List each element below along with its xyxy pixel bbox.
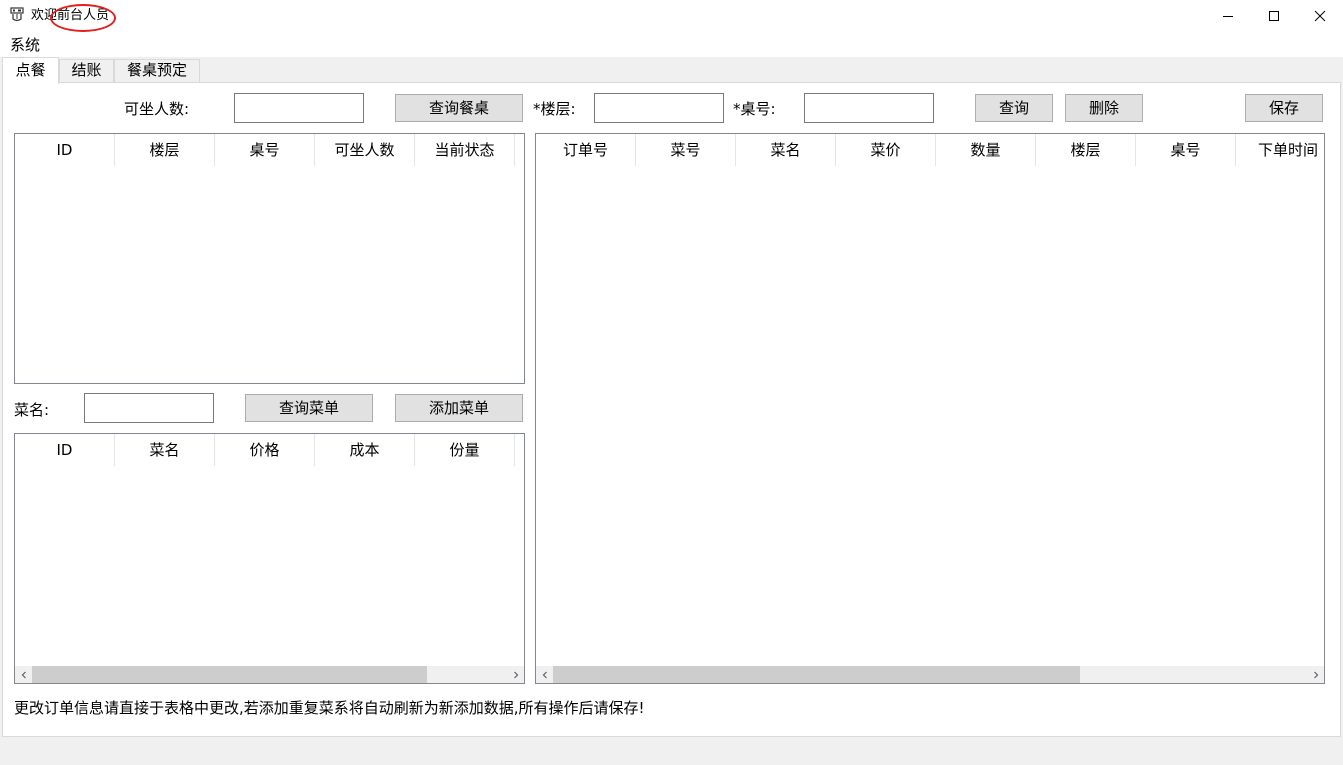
menu-grid-hscrollbar[interactable] <box>15 666 524 683</box>
menu-grid-header: ID 菜名 价格 成本 份量 <box>15 434 515 466</box>
scroll-thumb[interactable] <box>32 666 427 683</box>
title-bar <box>0 0 1343 32</box>
column-header[interactable]: 可坐人数 <box>315 134 415 166</box>
maximize-icon <box>1269 10 1279 21</box>
column-header[interactable]: 订单号 <box>536 134 636 166</box>
menu-grid[interactable]: ID 菜名 价格 成本 份量 <box>14 433 525 684</box>
tables-grid-header: ID 楼层 桌号 可坐人数 当前状态 <box>15 134 515 166</box>
column-header[interactable]: 价格 <box>215 434 315 466</box>
orders-grid-hscrollbar[interactable] <box>536 666 1324 683</box>
app-icon <box>10 7 24 23</box>
chevron-left-icon <box>542 671 547 678</box>
floor-label: *楼层: <box>533 100 576 118</box>
minimize-icon <box>1223 15 1233 17</box>
seats-input[interactable] <box>234 93 364 123</box>
scroll-right-arrow[interactable] <box>1307 666 1324 683</box>
status-strip <box>0 737 1343 765</box>
column-header[interactable]: 份量 <box>415 434 515 466</box>
column-header[interactable]: 数量 <box>936 134 1036 166</box>
seats-label: 可坐人数: <box>124 100 190 118</box>
orders-grid[interactable]: 订单号 菜号 菜名 菜价 数量 楼层 桌号 下单时间 <box>535 133 1325 684</box>
tab-table-reservation[interactable]: 餐桌预定 <box>114 59 200 82</box>
column-header[interactable]: 菜名 <box>115 434 215 466</box>
query-button[interactable]: 查询 <box>975 94 1053 122</box>
close-icon <box>1314 10 1326 21</box>
query-tables-button[interactable]: 查询餐桌 <box>395 94 523 122</box>
column-header[interactable]: 桌号 <box>215 134 315 166</box>
column-header[interactable]: 菜价 <box>836 134 936 166</box>
table-no-label: *桌号: <box>733 100 776 118</box>
scroll-right-arrow[interactable] <box>507 666 524 683</box>
chevron-left-icon <box>21 671 26 678</box>
column-header[interactable]: 楼层 <box>115 134 215 166</box>
column-header[interactable]: 菜号 <box>636 134 736 166</box>
hint-text: 更改订单信息请直接于表格中更改,若添加重复菜系将自动刷新为新添加数据,所有操作后… <box>14 699 645 717</box>
dish-name-label: 菜名: <box>14 401 50 419</box>
save-button[interactable]: 保存 <box>1245 94 1323 122</box>
query-menu-button[interactable]: 查询菜单 <box>245 394 373 422</box>
table-no-input[interactable] <box>804 93 934 123</box>
maximize-button[interactable] <box>1251 0 1297 31</box>
chevron-right-icon <box>513 671 518 678</box>
scroll-left-arrow[interactable] <box>15 666 32 683</box>
add-menu-button[interactable]: 添加菜单 <box>395 394 523 422</box>
user-highlight-circle <box>50 4 116 32</box>
floor-input[interactable] <box>594 93 724 123</box>
tab-checkout[interactable]: 结账 <box>59 59 114 82</box>
delete-button[interactable]: 删除 <box>1065 94 1143 122</box>
column-header[interactable]: 楼层 <box>1036 134 1136 166</box>
dish-name-input[interactable] <box>84 393 214 423</box>
chevron-right-icon <box>1313 671 1318 678</box>
menu-system[interactable]: 系统 <box>10 36 40 54</box>
column-header[interactable]: 当前状态 <box>415 134 515 166</box>
column-header[interactable]: 下单时间 <box>1236 134 1324 166</box>
menu-bar <box>0 32 1343 57</box>
tables-grid[interactable]: ID 楼层 桌号 可坐人数 当前状态 <box>14 133 525 384</box>
orders-grid-header: 订单号 菜号 菜名 菜价 数量 楼层 桌号 下单时间 <box>536 134 1324 166</box>
column-header[interactable]: ID <box>15 134 115 166</box>
column-header[interactable]: 成本 <box>315 434 415 466</box>
scroll-left-arrow[interactable] <box>536 666 553 683</box>
scroll-thumb[interactable] <box>553 666 1080 683</box>
column-header[interactable]: 菜名 <box>736 134 836 166</box>
column-header[interactable]: ID <box>15 434 115 466</box>
column-header[interactable]: 桌号 <box>1136 134 1236 166</box>
close-button[interactable] <box>1297 0 1343 31</box>
minimize-button[interactable] <box>1205 0 1251 31</box>
tab-order[interactable]: 点餐 <box>2 57 59 84</box>
